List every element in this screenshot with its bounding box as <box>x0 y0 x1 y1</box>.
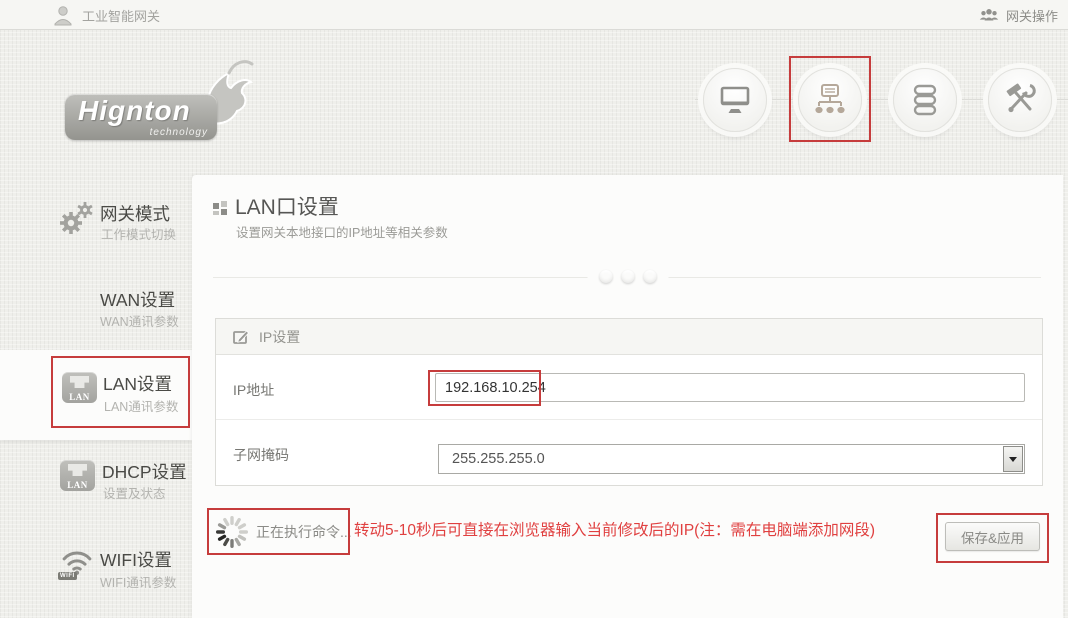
sidebar-sublabel: 工作模式切换 <box>101 224 176 243</box>
ip-address-label: IP地址 <box>233 380 274 400</box>
save-apply-button[interactable]: 保存&应用 <box>945 522 1040 551</box>
sidebar-sublabel: WAN通讯参数 <box>100 311 179 330</box>
sidebar-label: DHCP设置 <box>102 459 187 484</box>
sidebar-item-wifi[interactable]: WIFI WIFI设置 WIFI通讯参数 <box>0 540 192 596</box>
tools-icon <box>1002 82 1038 118</box>
sidebar-label: 网关模式 <box>100 201 170 226</box>
carousel-dot[interactable] <box>599 270 612 283</box>
panel-header: IP设置 <box>216 319 1042 355</box>
panel-title: IP设置 <box>259 327 300 347</box>
sidebar-item-dhcp[interactable]: LAN DHCP设置 设置及状态 <box>0 452 192 504</box>
carousel-dot[interactable] <box>643 270 656 283</box>
ip-address-row: IP地址 <box>216 356 1042 420</box>
nav-status-button[interactable] <box>703 68 767 132</box>
loading-spinner-icon <box>214 514 250 555</box>
ip-settings-panel: IP设置 IP地址 子网掩码 255.255.255.0 <box>215 318 1043 486</box>
section-grid-icon <box>213 201 229 222</box>
sidebar-sublabel: WIFI通讯参数 <box>100 572 176 591</box>
brand-tagline: technology <box>150 127 208 138</box>
monitor-icon <box>717 83 753 117</box>
gears-icon <box>56 198 98 245</box>
sidebar-item-wan[interactable]: WAN设置 WAN通讯参数 <box>0 280 192 332</box>
subnet-mask-row: 子网掩码 255.255.255.0 <box>216 421 1042 486</box>
sidebar-sublabel: LAN通讯参数 <box>104 396 178 415</box>
nav-network-button[interactable] <box>798 68 862 132</box>
user-icon <box>52 4 74 26</box>
main-content: LAN口设置 设置网关本地接口的IP地址等相关参数 IP设置 IP地址 <box>192 175 1063 618</box>
wifi-icon: WIFI <box>58 546 96 582</box>
page-subtitle: 设置网关本地接口的IP地址等相关参数 <box>236 222 448 241</box>
app-title: 工业智能网关 <box>82 6 160 25</box>
sidebar-item-lan[interactable]: LAN LAN设置 LAN通讯参数 <box>0 350 192 440</box>
top-bar-left: 工业智能网关 <box>52 4 160 26</box>
carousel-dot[interactable] <box>621 270 634 283</box>
ip-change-note: 转动5-10秒后可直接在浏览器输入当前修改后的IP(注：需在电脑端添加网段) <box>354 518 875 540</box>
sidebar-label: WIFI设置 <box>100 547 172 572</box>
ip-address-input[interactable] <box>435 373 1025 402</box>
status-text: 正在执行命令... <box>256 522 352 542</box>
subnet-mask-label: 子网掩码 <box>233 445 289 465</box>
page-title: LAN口设置 <box>235 191 339 221</box>
lan-port-icon: LAN <box>60 460 95 491</box>
edit-icon <box>232 328 250 346</box>
subnet-mask-select[interactable]: 255.255.255.0 <box>438 444 1025 474</box>
gateway-actions-button[interactable]: 网关操作 <box>978 5 1058 25</box>
network-topology-icon <box>811 82 849 118</box>
chevron-down-icon <box>1009 457 1017 462</box>
nav-tools-button[interactable] <box>988 68 1052 132</box>
gateway-config-page: 工业智能网关 网关操作 Hignton technology <box>0 0 1068 618</box>
brand-name: Hignton <box>78 95 191 127</box>
logo-plate: Hignton technology <box>65 94 217 140</box>
carousel-dots <box>587 270 668 283</box>
sidebar-label: LAN设置 <box>103 371 172 396</box>
gateway-actions-label: 网关操作 <box>1006 6 1058 25</box>
sidebar-label: WAN设置 <box>100 287 175 312</box>
users-group-icon <box>978 5 1000 25</box>
sidebar-item-gateway-mode[interactable]: 网关模式 工作模式切换 <box>0 192 192 244</box>
brand-logo: Hignton technology <box>62 56 257 158</box>
nav-data-button[interactable] <box>893 68 957 132</box>
database-stack-icon <box>907 82 943 118</box>
lan-port-icon: LAN <box>62 372 97 403</box>
top-bar: 工业智能网关 网关操作 <box>0 0 1068 30</box>
subnet-mask-value: 255.255.255.0 <box>439 451 1002 467</box>
sidebar-sublabel: 设置及状态 <box>103 483 166 502</box>
select-dropdown-button[interactable] <box>1003 446 1023 472</box>
